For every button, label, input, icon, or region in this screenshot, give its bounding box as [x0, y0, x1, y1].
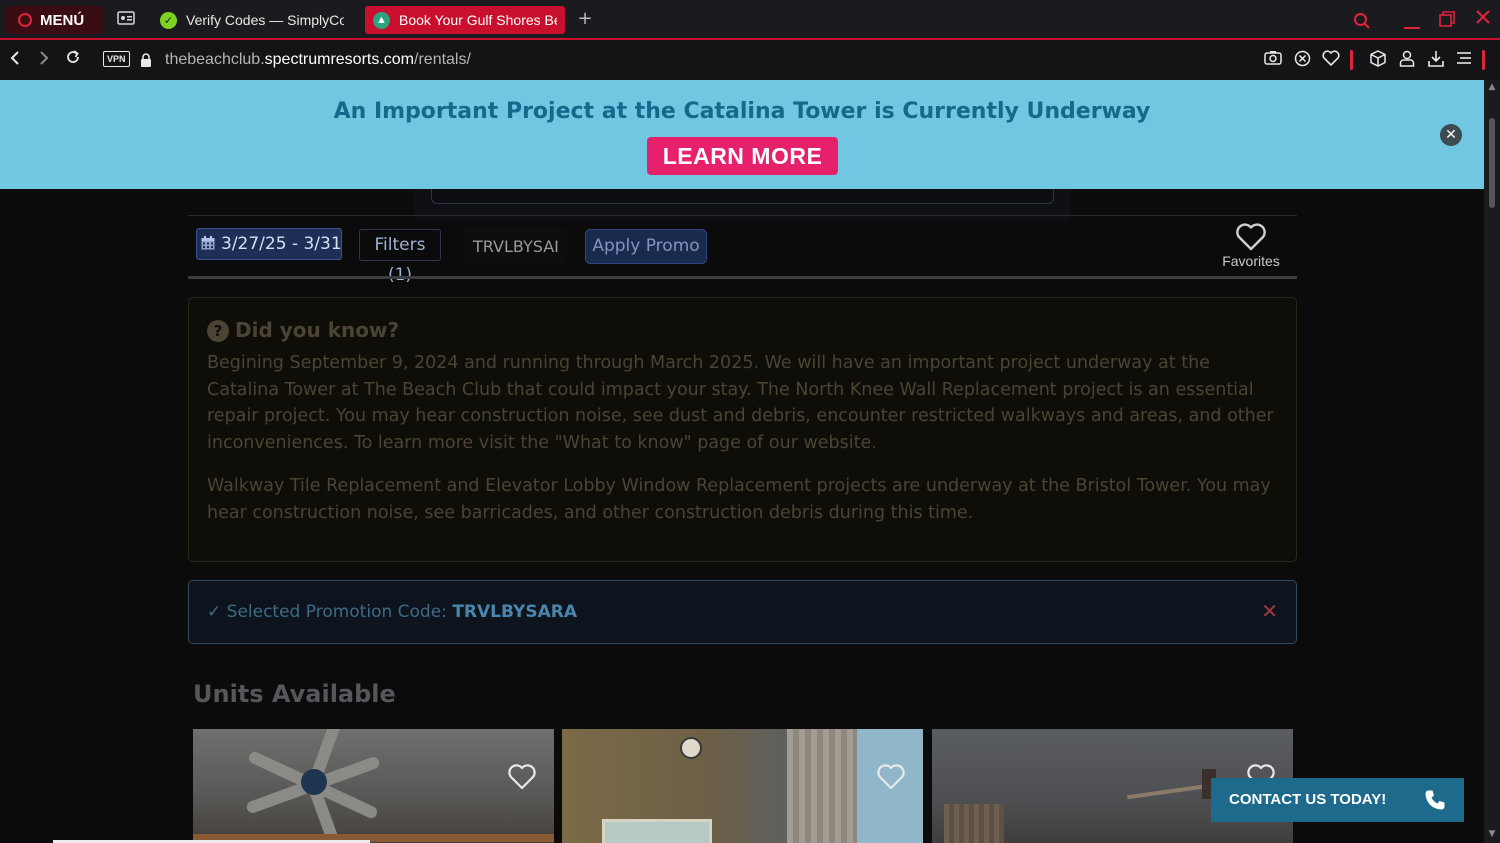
phone-icon	[1425, 790, 1445, 810]
download-icon[interactable]	[1425, 50, 1447, 70]
did-you-know-panel: ? Did you know? Begining September 9, 202…	[188, 297, 1297, 562]
reload-icon[interactable]	[61, 48, 85, 72]
minimize-icon[interactable]	[1397, 6, 1427, 34]
page-scrollbar[interactable]: ▲ ▼	[1484, 80, 1500, 843]
adblock-icon[interactable]	[1291, 50, 1313, 70]
url-path: /rentals/	[414, 51, 471, 68]
banner-headline: An Important Project at the Catalina Tow…	[333, 99, 1151, 124]
did-you-know-title: ? Did you know?	[207, 318, 399, 342]
learn-more-button[interactable]: LEARN MORE	[647, 137, 838, 175]
extensions-cube-icon[interactable]	[1367, 50, 1389, 70]
address-bar: VPN thebeachclub.spectrumresorts.com/ren…	[0, 40, 1500, 80]
scroll-down-icon[interactable]: ▼	[1484, 827, 1500, 841]
did-you-know-heading: Did you know?	[235, 318, 400, 342]
promotion-text: ✓ Selected Promotion Code: TRVLBYSARA	[207, 602, 577, 622]
favorites-label: Favorites	[1222, 253, 1280, 269]
tab-verify-codes[interactable]: ✓ Verify Codes — SimplyCo	[152, 6, 352, 34]
calendar-icon	[201, 236, 215, 250]
heart-icon	[1236, 223, 1266, 251]
url-field[interactable]: thebeachclub.spectrumresorts.com/rentals…	[165, 51, 471, 69]
promotion-code: TRVLBYSARA	[452, 602, 577, 622]
vpn-badge[interactable]: VPN	[103, 51, 130, 67]
remove-promo-icon[interactable]: ✕	[1261, 599, 1278, 623]
tab-island-icon[interactable]	[114, 9, 138, 31]
date-range-button[interactable]: 3/27/25 - 3/31/	[196, 228, 342, 260]
toolbar-bottom-border	[188, 276, 1297, 279]
restore-icon[interactable]	[1432, 6, 1462, 34]
contact-us-button[interactable]: CONTACT US TODAY!	[1211, 778, 1464, 822]
tab-book-gulf-shores[interactable]: ▲ Book Your Gulf Shores Be	[365, 6, 565, 34]
date-range-text: 3/27/25 - 3/31/	[221, 234, 342, 254]
camera-icon[interactable]	[1262, 50, 1284, 70]
date-picker-field[interactable]	[431, 189, 1054, 204]
toolbar-divider	[188, 215, 1297, 216]
tab-title: Book Your Gulf Shores Be	[399, 12, 557, 28]
back-icon[interactable]	[3, 48, 27, 72]
check-icon: ✓	[207, 602, 222, 622]
browser-tab-bar: MENÚ ✓ Verify Codes — SimplyCo ▲ Book Yo…	[0, 0, 1500, 40]
promotion-alert: ✓ Selected Promotion Code: TRVLBYSARA ✕	[188, 580, 1297, 644]
easy-setup-icon[interactable]	[1453, 50, 1475, 70]
announcement-banner: An Important Project at the Catalina Tow…	[0, 80, 1484, 189]
filters-button[interactable]: Filters (1)	[359, 229, 441, 285]
unit-card[interactable]	[193, 729, 554, 843]
sidebar-edge-indicator	[1482, 50, 1485, 70]
profile-icon[interactable]	[1396, 50, 1418, 70]
notice-paragraph-bristol: Walkway Tile Replacement and Elevator Lo…	[207, 476, 1271, 523]
notice-paragraph-catalina: Begining September 9, 2024 and running t…	[207, 353, 1274, 453]
scrollbar-thumb[interactable]	[1489, 118, 1495, 208]
url-prefix: thebeachclub.	[165, 51, 265, 68]
favorites-button[interactable]: Favorites	[1215, 223, 1287, 273]
favorite-heart-icon[interactable]	[508, 764, 536, 790]
unit-card[interactable]	[562, 729, 923, 843]
promo-code-input[interactable]: TRVLBYSAI	[463, 229, 567, 263]
question-circle-icon: ?	[207, 320, 229, 342]
contact-us-label: CONTACT US TODAY!	[1229, 791, 1387, 808]
simplycodes-favicon-icon: ✓	[160, 11, 177, 29]
close-window-icon[interactable]	[1468, 6, 1498, 34]
browser-menu-button[interactable]: MENÚ	[6, 6, 104, 34]
opera-logo-icon	[18, 13, 32, 27]
search-tabs-icon[interactable]	[1347, 6, 1377, 34]
apply-promo-button[interactable]: Apply Promo	[585, 229, 707, 264]
units-heading: Units Available	[193, 680, 396, 708]
lock-icon[interactable]	[140, 52, 152, 67]
page-viewport: An Important Project at the Catalina Tow…	[0, 80, 1484, 843]
menu-label: MENÚ	[40, 11, 85, 29]
banner-close-icon[interactable]: ✕	[1440, 124, 1462, 146]
toolbar-separator	[1350, 50, 1353, 70]
resort-favicon-icon: ▲	[373, 11, 390, 29]
scroll-up-icon[interactable]: ▲	[1484, 80, 1500, 94]
tab-title: Verify Codes — SimplyCo	[186, 12, 344, 28]
forward-icon[interactable]	[32, 48, 56, 72]
url-domain: spectrumresorts.com	[264, 51, 415, 68]
new-tab-plus-icon[interactable]: +	[574, 9, 596, 31]
heart-bookmark-icon[interactable]	[1320, 50, 1342, 70]
favorite-heart-icon[interactable]	[877, 764, 905, 790]
promotion-label: Selected Promotion Code:	[226, 602, 447, 622]
